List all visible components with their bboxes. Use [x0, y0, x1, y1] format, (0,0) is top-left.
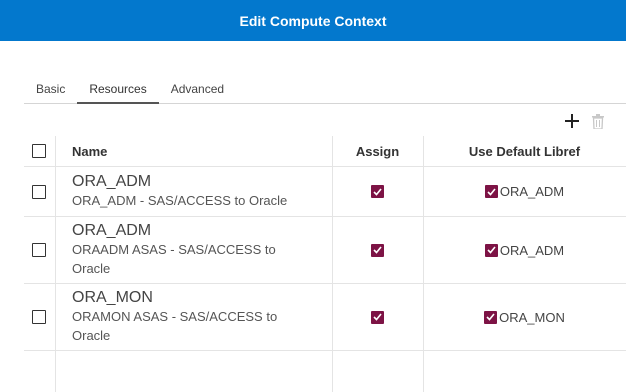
libref-value: ORA_ADM: [499, 242, 565, 258]
library-name: ORA_ADM: [72, 222, 152, 239]
use-default-libref-checkbox[interactable]: [484, 185, 498, 198]
add-button[interactable]: [564, 112, 580, 130]
libref-value: ORA_ADM: [499, 184, 565, 199]
table-toolbar: [564, 111, 606, 131]
library-description: ORAADM ASAS - SAS/ACCESS to Oracle: [72, 242, 276, 276]
checkmark-icon: [373, 187, 382, 196]
assign-checkbox[interactable]: [371, 243, 384, 257]
delete-button[interactable]: [590, 112, 606, 130]
tab-advanced[interactable]: Advanced: [159, 76, 236, 104]
checkmark-icon: [373, 313, 382, 321]
row-select-checkbox[interactable]: [32, 310, 46, 324]
tab-basic[interactable]: Basic: [24, 76, 77, 104]
checkmark-icon: [487, 187, 496, 196]
table-row[interactable]: ORA_MON ORAMON ASAS - SAS/ACCESS to Orac…: [24, 284, 626, 351]
table-row[interactable]: ORA_ADM ORAADM ASAS - SAS/ACCESS to Orac…: [24, 217, 626, 284]
libraries-table: Name Assign Use Default Libref ORA_ADM O…: [24, 136, 626, 392]
row-select-checkbox[interactable]: [32, 243, 46, 257]
use-default-libref-checkbox[interactable]: [484, 310, 498, 324]
library-name: ORA_ADM: [72, 173, 152, 190]
dialog-title: Edit Compute Context: [239, 12, 387, 29]
tab-resources[interactable]: Resources: [77, 76, 159, 104]
column-header-use-default-libref[interactable]: Use Default Libref: [423, 136, 626, 166]
trash-icon: [592, 113, 604, 129]
assign-checkbox[interactable]: [371, 310, 384, 324]
dialog-title-bar: Edit Compute Context: [0, 0, 626, 41]
checkmark-icon: [486, 313, 495, 321]
library-name-cell: ORA_ADM ORA_ADM - SAS/ACCESS to Oracle: [72, 167, 327, 216]
library-description: ORA_ADM - SAS/ACCESS to Oracle: [72, 193, 288, 208]
library-name: ORA_MON: [72, 289, 153, 306]
tab-bar: Basic Resources Advanced: [24, 76, 626, 104]
table-header-row: Name Assign Use Default Libref: [24, 136, 626, 167]
library-name-cell: ORA_ADM ORAADM ASAS - SAS/ACCESS to Orac…: [72, 217, 302, 283]
table-row[interactable]: ORA_ADM ORA_ADM - SAS/ACCESS to Oracle O…: [24, 167, 626, 217]
column-header-assign[interactable]: Assign: [332, 136, 423, 166]
library-description: ORAMON ASAS - SAS/ACCESS to Oracle: [72, 309, 278, 343]
column-header-name[interactable]: Name: [72, 136, 107, 166]
checkmark-icon: [487, 246, 496, 254]
checkmark-icon: [373, 246, 382, 254]
libref-value: ORA_MON: [499, 309, 565, 325]
use-default-libref-checkbox[interactable]: [484, 243, 498, 257]
row-select-checkbox[interactable]: [32, 184, 46, 199]
select-all-checkbox[interactable]: [32, 144, 46, 158]
assign-checkbox[interactable]: [371, 185, 384, 198]
library-name-cell: ORA_MON ORAMON ASAS - SAS/ACCESS to Orac…: [72, 284, 302, 350]
plus-icon: [565, 114, 579, 128]
